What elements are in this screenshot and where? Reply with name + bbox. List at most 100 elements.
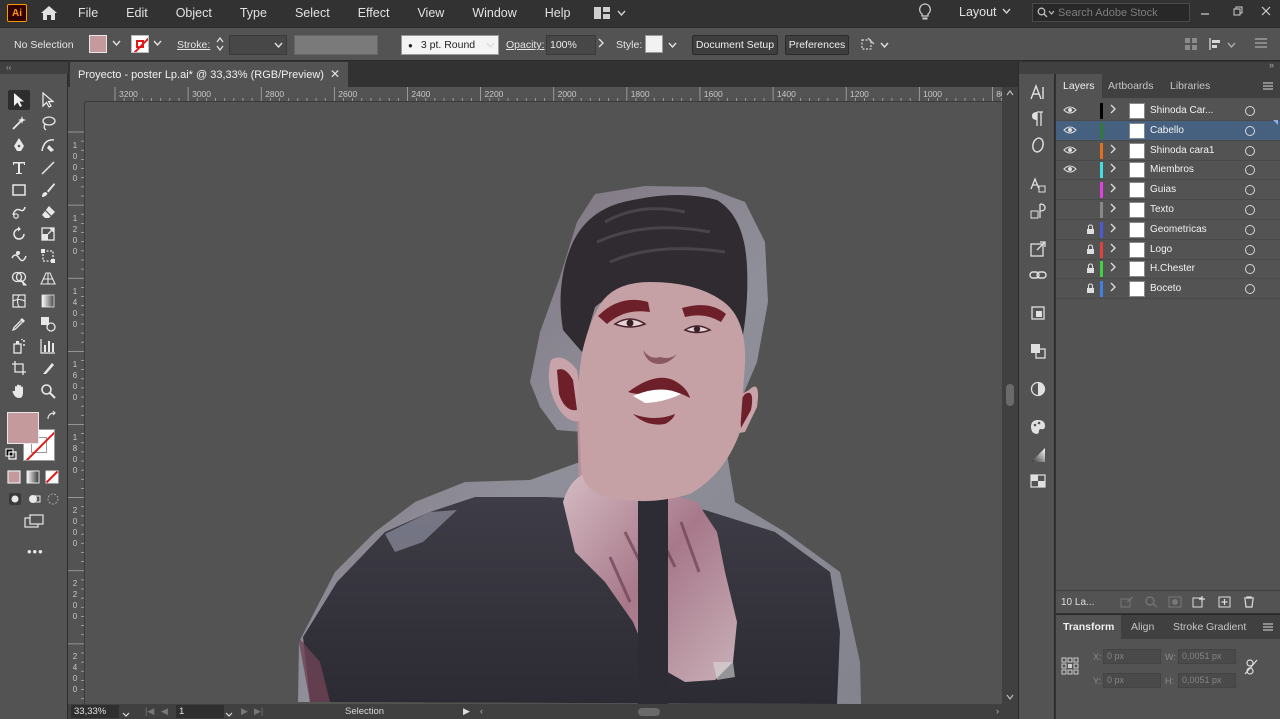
clipping-mask-icon[interactable] — [1168, 596, 1182, 608]
first-artboard-icon[interactable]: |◀ — [145, 706, 154, 717]
stroke-dropdown-chevron[interactable] — [153, 38, 162, 49]
lock-icon[interactable] — [1086, 224, 1095, 238]
next-artboard-icon[interactable]: ▶ — [241, 706, 248, 717]
menu-help[interactable]: Help — [545, 6, 571, 20]
scroll-thumb[interactable] — [1006, 384, 1014, 406]
links-icon[interactable] — [1027, 264, 1049, 286]
stroke-label[interactable]: Stroke: — [177, 39, 210, 51]
previous-artboard-icon[interactable]: ◀ — [161, 706, 168, 717]
tab-gradient[interactable]: Gradient — [1199, 615, 1253, 639]
layer-row[interactable]: Shinoda Car... — [1056, 101, 1280, 121]
chevron-down-icon[interactable] — [1006, 691, 1014, 703]
paragraph-icon[interactable] — [1027, 108, 1049, 130]
layer-row[interactable]: Miembros — [1056, 160, 1280, 181]
stroke-weight-stepper[interactable] — [215, 34, 225, 57]
opacity-field[interactable]: 100% — [546, 35, 596, 55]
layer-name[interactable]: Shinoda Car... — [1150, 105, 1213, 116]
layer-row[interactable]: Guias — [1056, 180, 1280, 201]
minimize-button[interactable] — [1195, 2, 1215, 20]
appearance-icon[interactable] — [1027, 378, 1049, 400]
preferences-button[interactable]: Preferences — [785, 35, 849, 55]
opacity-label[interactable]: Opacity: — [506, 39, 545, 51]
perspective-grid-icon[interactable] — [37, 268, 59, 288]
vertical-scrollbar[interactable] — [1002, 87, 1018, 704]
draw-behind-icon[interactable] — [27, 492, 41, 509]
blend-icon[interactable] — [37, 314, 59, 334]
shape-builder-icon[interactable] — [8, 268, 30, 288]
last-artboard-icon[interactable]: ▶| — [254, 706, 263, 717]
target-icon[interactable] — [1245, 205, 1255, 215]
more-tools-icon[interactable]: ••• — [27, 544, 44, 559]
select-similar-icon[interactable] — [860, 36, 876, 55]
visibility-toggle[interactable] — [1063, 204, 1077, 214]
swap-colors-icon[interactable] — [46, 410, 58, 425]
free-transform-icon[interactable] — [37, 246, 59, 266]
visibility-toggle[interactable] — [1063, 263, 1077, 273]
panel-header[interactable]: » — [1056, 60, 1280, 74]
chevron-right-icon[interactable] — [598, 38, 604, 51]
chevron-right-icon[interactable] — [1110, 163, 1116, 176]
strip-header[interactable] — [1019, 62, 1056, 74]
tab-layers[interactable]: Layers — [1056, 74, 1102, 98]
char-styles-icon[interactable] — [1027, 200, 1049, 222]
zoom-tool-icon[interactable] — [37, 381, 59, 401]
chevron-down-icon[interactable] — [668, 39, 677, 51]
target-icon[interactable] — [1245, 165, 1255, 176]
screen-mode-icon[interactable] — [24, 514, 44, 531]
draw-inside-icon[interactable] — [46, 492, 60, 509]
close-tab-icon[interactable]: ✕ — [330, 67, 340, 81]
eraser-icon[interactable] — [37, 202, 59, 222]
variable-width-profile[interactable] — [294, 35, 378, 55]
menu-window[interactable]: Window — [472, 6, 516, 20]
menu-edit[interactable]: Edit — [126, 6, 148, 20]
chevron-right-icon[interactable] — [1110, 183, 1116, 196]
document-tab[interactable]: Proyecto - poster Lp.ai* @ 33,33% (RGB/P… — [70, 62, 348, 87]
restore-button[interactable] — [1228, 2, 1248, 20]
rotate-icon[interactable] — [8, 224, 30, 244]
draw-normal-icon[interactable] — [8, 492, 22, 509]
close-window-button[interactable] — [1256, 2, 1276, 20]
align-options-icon[interactable] — [1208, 37, 1222, 54]
layer-row[interactable]: Shinoda cara1 — [1056, 141, 1280, 161]
scale-icon[interactable] — [37, 224, 59, 244]
document-setup-button[interactable]: Document Setup — [692, 35, 778, 55]
gradient-icon[interactable] — [37, 291, 59, 311]
chevron-down-icon[interactable] — [274, 39, 283, 51]
artboards-icon[interactable] — [1027, 302, 1049, 324]
new-layer-icon[interactable] — [1218, 596, 1232, 608]
chevron-up-icon[interactable] — [1006, 87, 1014, 99]
lightbulb-icon[interactable] — [918, 3, 932, 24]
tab-artboards[interactable]: Artboards — [1101, 74, 1161, 98]
visibility-toggle[interactable] — [1063, 283, 1077, 293]
rectangle-tool-icon[interactable] — [8, 180, 30, 200]
constrain-proportions-icon[interactable] — [1244, 659, 1258, 678]
align-grid-icon[interactable] — [1184, 37, 1198, 54]
color-mode-icon[interactable] — [7, 470, 21, 487]
ruler-origin[interactable] — [68, 87, 85, 102]
chevron-right-icon[interactable] — [1110, 262, 1116, 275]
visibility-toggle[interactable] — [1063, 244, 1077, 254]
visibility-toggle[interactable] — [1063, 224, 1077, 234]
target-icon[interactable] — [1245, 125, 1255, 136]
reference-point-icon[interactable] — [1061, 657, 1079, 678]
delete-layer-icon[interactable] — [1242, 596, 1256, 608]
new-sublayer-icon[interactable] — [1192, 596, 1206, 608]
menu-select[interactable]: Select — [295, 6, 330, 20]
menu-view[interactable]: View — [417, 6, 444, 20]
chevron-right-icon[interactable] — [1110, 223, 1116, 236]
opentype-icon[interactable] — [1027, 134, 1049, 156]
layer-name[interactable]: Geometricas — [1150, 224, 1207, 235]
chevron-down-icon[interactable] — [1227, 39, 1236, 51]
fill-dropdown-chevron[interactable] — [112, 38, 121, 49]
layer-row[interactable]: Texto — [1056, 200, 1280, 220]
lock-icon[interactable] — [1086, 244, 1095, 258]
visibility-toggle[interactable] — [1063, 184, 1077, 194]
artboard-tool-icon[interactable] — [8, 358, 30, 378]
horizontal-scrollbar[interactable]: ‹ › — [480, 705, 1008, 718]
y-field[interactable]: 0 px — [1103, 673, 1161, 688]
target-icon[interactable] — [1245, 284, 1255, 295]
chevron-right-icon[interactable] — [1110, 104, 1116, 117]
graphic-style-swatch[interactable] — [645, 35, 663, 53]
chevron-down-icon[interactable] — [880, 39, 889, 51]
fill-swatch[interactable] — [89, 35, 107, 53]
